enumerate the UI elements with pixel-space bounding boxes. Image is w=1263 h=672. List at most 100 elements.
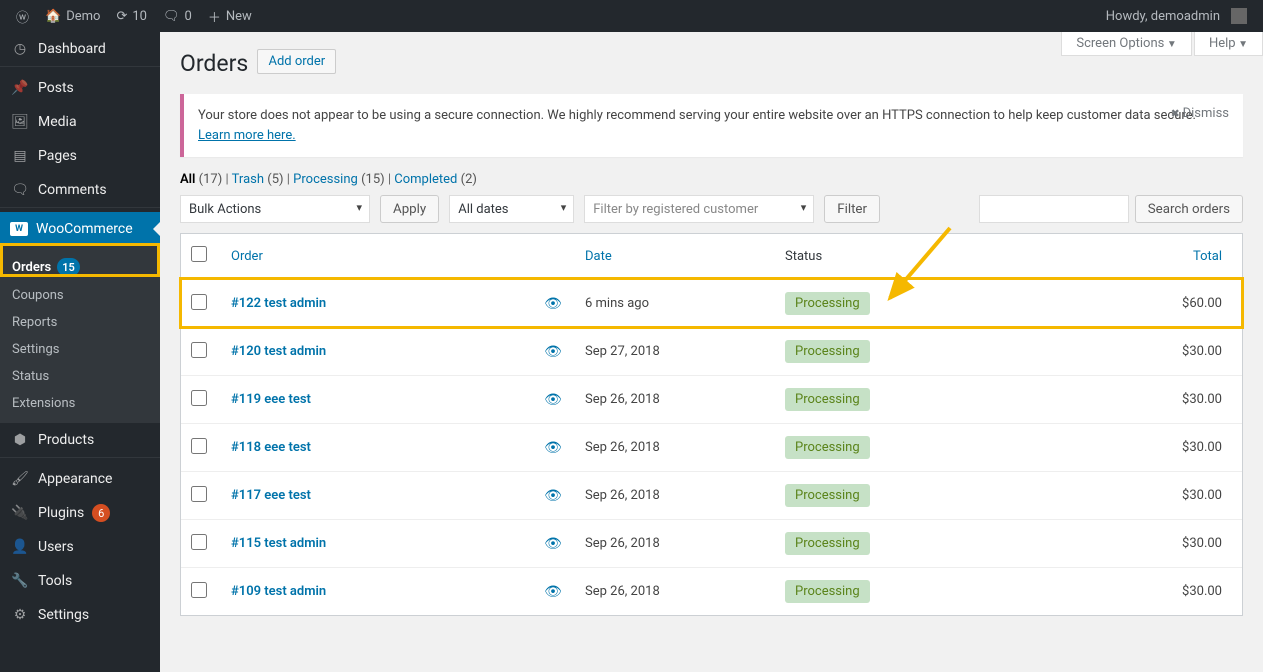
table-row[interactable]: #119 eee test👁Sep 26, 2018Processing$30.… <box>181 375 1242 423</box>
add-order-button[interactable]: Add order <box>257 49 336 74</box>
row-checkbox[interactable] <box>191 582 207 598</box>
table-row[interactable]: #117 eee test👁Sep 26, 2018Processing$30.… <box>181 471 1242 519</box>
date-filter-select[interactable]: All dates <box>449 195 574 223</box>
wp-logo[interactable]: ⓦ <box>8 0 37 32</box>
table-row[interactable]: #120 test admin 👁 Sep 27, 2018 Processing $3… <box>181 327 1242 375</box>
order-date: Sep 26, 2018 <box>575 375 775 423</box>
submenu-settings[interactable]: Settings <box>0 336 160 363</box>
menu-media[interactable]: 🖼Media <box>0 105 160 139</box>
preview-icon[interactable]: 👁 <box>541 536 565 552</box>
updates[interactable]: ⟳10 <box>108 0 155 32</box>
status-badge: Processing <box>785 340 870 363</box>
order-date: Sep 26, 2018 <box>575 519 775 567</box>
row-checkbox[interactable] <box>191 342 207 358</box>
learn-more-link[interactable]: Learn more here. <box>198 128 296 143</box>
admin-menu: ◷Dashboard 📌Posts 🖼Media ▤Pages 🗨Comment… <box>0 32 160 672</box>
view-completed[interactable]: Completed <box>394 172 457 187</box>
comment-icon: 🗨 <box>10 182 30 198</box>
row-checkbox[interactable] <box>191 390 207 406</box>
order-date: Sep 27, 2018 <box>575 327 775 375</box>
status-badge: Processing <box>785 532 870 555</box>
submenu-extensions[interactable]: Extensions <box>0 390 160 417</box>
screen-options-toggle[interactable]: Screen Options <box>1061 32 1191 56</box>
table-row[interactable]: #109 test admin👁Sep 26, 2018Processing$3… <box>181 567 1242 615</box>
order-date: 6 mins ago <box>575 279 775 327</box>
order-total: $30.00 <box>1055 567 1242 615</box>
order-link[interactable]: #117 eee test <box>231 488 311 503</box>
my-account[interactable]: Howdy, demoadmin <box>1098 0 1255 32</box>
preview-icon[interactable]: 👁 <box>541 440 565 456</box>
submenu-orders[interactable]: Orders15 <box>0 252 160 282</box>
row-checkbox[interactable] <box>191 486 207 502</box>
order-link[interactable]: #120 test admin <box>231 344 326 359</box>
comment-icon: 🗨 <box>163 9 180 24</box>
row-checkbox[interactable] <box>191 438 207 454</box>
users-icon: 👤 <box>10 539 30 555</box>
order-total: $60.00 <box>1055 279 1242 327</box>
preview-icon[interactable]: 👁 <box>541 584 565 600</box>
view-trash[interactable]: Trash <box>232 172 264 187</box>
site-name[interactable]: 🏠Demo <box>37 0 108 32</box>
menu-posts[interactable]: 📌Posts <box>0 71 160 105</box>
submenu-status[interactable]: Status <box>0 363 160 390</box>
view-processing[interactable]: Processing <box>293 172 358 187</box>
col-total[interactable]: Total <box>1193 249 1222 264</box>
menu-plugins[interactable]: 🔌Plugins6 <box>0 496 160 530</box>
search-orders-input[interactable] <box>979 195 1129 223</box>
plugins-update-badge: 6 <box>92 504 110 522</box>
orders-count-badge: 15 <box>57 258 80 276</box>
order-total: $30.00 <box>1055 423 1242 471</box>
submenu-reports[interactable]: Reports <box>0 309 160 336</box>
settings-icon: ⚙ <box>10 607 30 623</box>
dismiss-notice[interactable]: Dismiss <box>1171 104 1229 124</box>
view-all[interactable]: All <box>180 172 195 187</box>
submenu-coupons[interactable]: Coupons <box>0 282 160 309</box>
col-order[interactable]: Order <box>231 249 263 264</box>
preview-icon[interactable]: 👁 <box>541 392 565 408</box>
table-row[interactable]: #122 test admin👁6 mins agoProcessing$60.… <box>181 279 1242 327</box>
menu-products[interactable]: ⬢Products <box>0 423 160 457</box>
menu-comments[interactable]: 🗨Comments <box>0 173 160 207</box>
table-row[interactable]: #118 eee test👁Sep 26, 2018Processing$30.… <box>181 423 1242 471</box>
filter-button[interactable]: Filter <box>824 195 880 223</box>
menu-pages[interactable]: ▤Pages <box>0 139 160 173</box>
col-date[interactable]: Date <box>585 249 612 264</box>
comments[interactable]: 🗨0 <box>155 0 200 32</box>
status-badge: Processing <box>785 484 870 507</box>
order-link[interactable]: #118 eee test <box>231 440 311 455</box>
admin-bar: ⓦ 🏠Demo ⟳10 🗨0 ＋New Howdy, demoadmin <box>0 0 1263 32</box>
row-checkbox[interactable] <box>191 294 207 310</box>
menu-users[interactable]: 👤Users <box>0 530 160 564</box>
preview-icon[interactable]: 👁 <box>541 344 565 360</box>
plugins-icon: 🔌 <box>10 505 30 521</box>
customer-filter-select[interactable] <box>584 195 814 223</box>
page-title: Orders <box>180 50 248 77</box>
apply-bulk-button[interactable]: Apply <box>380 195 439 223</box>
preview-icon[interactable]: 👁 <box>541 488 565 504</box>
order-total: $30.00 <box>1055 327 1242 375</box>
menu-appearance[interactable]: 🖌Appearance <box>0 462 160 496</box>
page-icon: ▤ <box>10 148 30 164</box>
help-toggle[interactable]: Help <box>1194 32 1263 56</box>
table-nav: Bulk Actions Apply All dates Filter Sear… <box>180 195 1243 223</box>
new-content[interactable]: ＋New <box>200 0 260 32</box>
bulk-actions-select[interactable]: Bulk Actions <box>180 195 370 223</box>
order-link[interactable]: #119 eee test <box>231 392 311 407</box>
order-link[interactable]: #115 test admin <box>231 536 326 551</box>
order-link[interactable]: #122 test admin <box>231 296 326 311</box>
menu-woocommerce[interactable]: WWooCommerce <box>0 212 160 246</box>
menu-tools[interactable]: 🔧Tools <box>0 564 160 598</box>
row-checkbox[interactable] <box>191 534 207 550</box>
order-total: $30.00 <box>1055 471 1242 519</box>
order-link[interactable]: #109 test admin <box>231 584 326 599</box>
preview-icon[interactable]: 👁 <box>541 296 565 312</box>
woocommerce-submenu: Orders15 Coupons Reports Settings Status… <box>0 246 160 423</box>
home-icon: 🏠 <box>45 9 61 24</box>
select-all-checkbox[interactable] <box>191 246 207 262</box>
menu-settings[interactable]: ⚙Settings <box>0 598 160 632</box>
col-status: Status <box>775 234 1055 279</box>
notice-text: Your store does not appear to be using a… <box>198 108 1196 123</box>
table-row[interactable]: #115 test admin👁Sep 26, 2018Processing$3… <box>181 519 1242 567</box>
search-orders-button[interactable]: Search orders <box>1135 195 1243 223</box>
menu-dashboard[interactable]: ◷Dashboard <box>0 32 160 66</box>
